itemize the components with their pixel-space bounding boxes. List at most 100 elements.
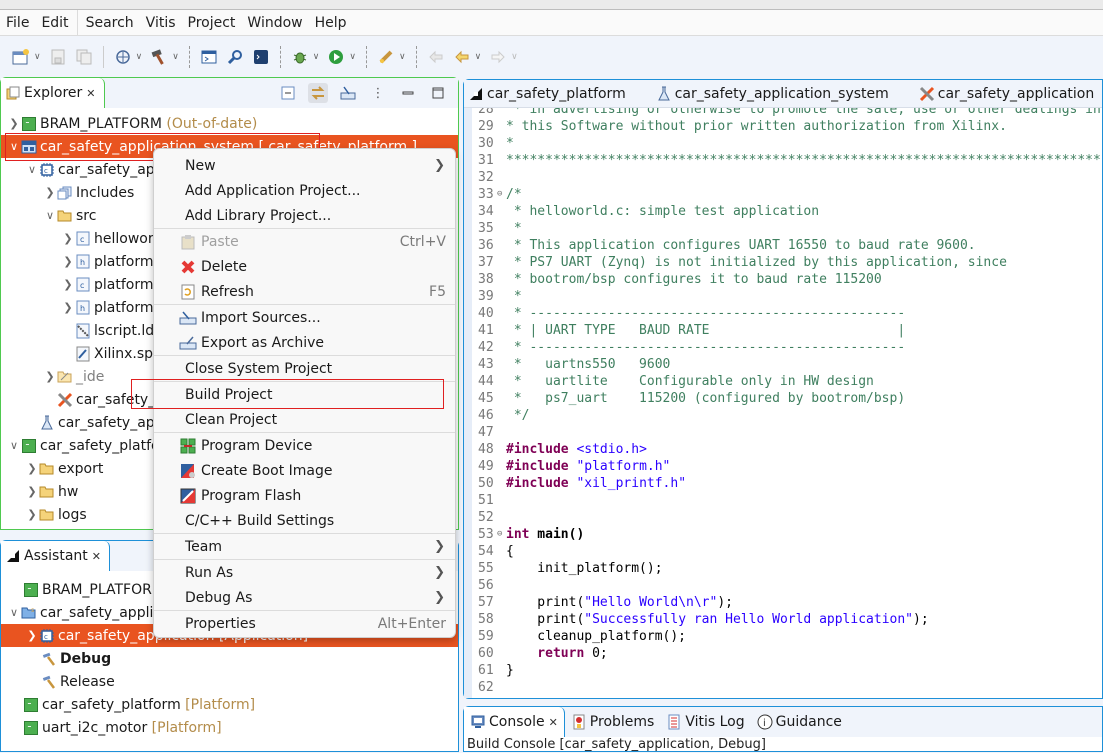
tab-problems[interactable]: Problems bbox=[565, 707, 661, 737]
context-menu-item-add-library-project[interactable]: Add Library Project... bbox=[154, 203, 455, 228]
context-menu-item-label: Program Flash bbox=[201, 487, 302, 504]
keyword: #include bbox=[506, 476, 569, 491]
menu-project[interactable]: Project bbox=[182, 15, 242, 31]
chevron-right-icon[interactable]: ❯ bbox=[25, 629, 39, 642]
tab-explorer[interactable]: Explorer ✕ bbox=[1, 78, 105, 108]
chevron-down-icon[interactable]: ∨ bbox=[313, 52, 320, 62]
tab-vitis-log[interactable]: Vitis Log bbox=[660, 707, 750, 737]
console-window-icon[interactable] bbox=[251, 47, 271, 67]
chevron-right-icon[interactable]: ❯ bbox=[25, 508, 39, 521]
context-menu-item-clean-project[interactable]: Clean Project bbox=[154, 407, 455, 432]
chevron-down-icon[interactable]: ∨ bbox=[7, 439, 21, 452]
chevron-down-icon[interactable]: ∨ bbox=[399, 52, 406, 62]
chevron-down-icon[interactable]: ∨ bbox=[349, 52, 356, 62]
tree-item[interactable]: Release bbox=[1, 670, 458, 693]
link-icon[interactable] bbox=[225, 47, 245, 67]
line-number: 47 bbox=[478, 425, 494, 440]
context-menu-item-team[interactable]: Team ❯ bbox=[154, 534, 455, 559]
chevron-right-icon[interactable]: ❯ bbox=[61, 301, 75, 314]
tree-item[interactable]: Debug bbox=[1, 647, 458, 670]
context-menu-item-export-as-archive[interactable]: Export as Archive bbox=[154, 330, 455, 355]
chevron-down-icon[interactable]: ∨ bbox=[136, 52, 143, 62]
fold-toggle-icon[interactable]: ⊖ bbox=[497, 186, 502, 203]
import-icon[interactable] bbox=[338, 83, 358, 103]
back-arrow-icon[interactable] bbox=[452, 47, 472, 67]
chevron-down-icon[interactable]: ∨ bbox=[43, 209, 57, 222]
code-line: 48 #include <stdio.h> bbox=[464, 441, 1102, 458]
editor-tab[interactable]: car_safety_application bbox=[899, 80, 1103, 108]
fold-toggle-icon[interactable]: ⊖ bbox=[497, 526, 502, 543]
context-menu-item-create-boot-image[interactable]: Create Boot Image bbox=[154, 458, 455, 483]
context-menu-item-new[interactable]: New ❯ bbox=[154, 153, 455, 178]
menu-help[interactable]: Help bbox=[309, 15, 353, 31]
debug-bug-icon[interactable] bbox=[290, 47, 310, 67]
context-menu-item-c-c-build-settings[interactable]: C/C++ Build Settings bbox=[154, 508, 455, 533]
menu-file[interactable]: File bbox=[0, 15, 35, 31]
window-title-strip bbox=[0, 0, 1103, 10]
editor-tab[interactable]: car_safety_platform bbox=[464, 80, 636, 108]
context-menu-item-debug-as[interactable]: Debug As ❯ bbox=[154, 585, 455, 610]
collapse-all-icon[interactable] bbox=[278, 83, 298, 103]
chevron-down-icon[interactable]: ∨ bbox=[34, 52, 41, 62]
context-menu-item-run-as[interactable]: Run As ❯ bbox=[154, 560, 455, 585]
tree-item[interactable]: ╴ car_safety_platform [Platform] bbox=[1, 693, 458, 716]
chevron-down-icon[interactable]: ∨ bbox=[7, 140, 21, 153]
close-icon[interactable]: ✕ bbox=[86, 87, 95, 100]
context-menu-item-refresh[interactable]: Refresh F5 bbox=[154, 279, 455, 304]
close-icon[interactable]: ✕ bbox=[549, 716, 558, 729]
view-menu-icon[interactable]: ⋮ bbox=[368, 83, 388, 103]
menu-search[interactable]: Search bbox=[80, 15, 140, 31]
chevron-right-icon[interactable]: ❯ bbox=[25, 462, 39, 475]
editor-tab[interactable]: car_safety_application_system bbox=[636, 80, 899, 108]
toolbar-separator bbox=[188, 46, 190, 68]
maximize-icon[interactable] bbox=[428, 83, 448, 103]
svg-text:c: c bbox=[44, 167, 48, 175]
chevron-right-icon[interactable]: ❯ bbox=[43, 370, 57, 383]
chevron-right-icon[interactable]: ❯ bbox=[25, 485, 39, 498]
menu-window[interactable]: Window bbox=[241, 15, 308, 31]
line-number: 44 bbox=[478, 374, 494, 389]
tree-item[interactable]: ╴ uart_i2c_motor [Platform] bbox=[1, 716, 458, 739]
new-file-icon[interactable] bbox=[11, 47, 31, 67]
code-text: cleanup_platform(); bbox=[506, 629, 687, 644]
target-icon[interactable] bbox=[113, 47, 133, 67]
context-menu-item-delete[interactable]: Delete bbox=[154, 254, 455, 279]
tree-item[interactable]: ❯ ╴ BRAM_PLATFORM (Out-of-date) bbox=[1, 112, 458, 135]
hammer-build-icon[interactable] bbox=[149, 47, 169, 67]
tab-label: Console bbox=[489, 714, 545, 730]
tab-assistant[interactable]: Assistant ✕ bbox=[1, 541, 110, 571]
tab-guidance[interactable]: i Guidance bbox=[751, 707, 848, 737]
context-menu-item-properties[interactable]: Properties Alt+Enter bbox=[154, 611, 455, 636]
context-menu: New ❯ Add Application Project... Add Librar… bbox=[153, 148, 456, 638]
chevron-down-icon[interactable]: ∨ bbox=[7, 606, 21, 619]
menu-edit[interactable]: Edit bbox=[35, 15, 74, 31]
terminal-icon[interactable] bbox=[199, 47, 219, 67]
context-menu-item-program-device[interactable]: Program Device bbox=[154, 433, 455, 458]
close-icon[interactable]: ✕ bbox=[92, 550, 101, 563]
code-text: return 0; bbox=[506, 645, 607, 662]
log-icon bbox=[666, 714, 682, 730]
menu-vitis[interactable]: Vitis bbox=[140, 15, 182, 31]
context-menu-item-close-system-project[interactable]: Close System Project bbox=[154, 356, 455, 381]
tree-item-label: uart_i2c_motor bbox=[42, 719, 148, 736]
chevron-right-icon[interactable]: ❯ bbox=[61, 232, 75, 245]
tree-item-label: Release bbox=[60, 673, 115, 690]
chevron-right-icon[interactable]: ❯ bbox=[61, 255, 75, 268]
minimize-icon[interactable] bbox=[398, 83, 418, 103]
tab-console[interactable]: Console ✕ bbox=[464, 707, 565, 737]
chevron-down-icon[interactable]: ∨ bbox=[172, 52, 179, 62]
chevron-down-icon[interactable]: ∨ bbox=[25, 163, 39, 176]
chevron-right-icon[interactable]: ❯ bbox=[43, 186, 57, 199]
chevron-right-icon[interactable]: ❯ bbox=[61, 278, 75, 291]
chevron-down-icon[interactable]: ∨ bbox=[475, 52, 482, 62]
chevron-right-icon[interactable]: ❯ bbox=[7, 117, 21, 130]
context-menu-item-program-flash[interactable]: Program Flash bbox=[154, 483, 455, 508]
context-menu-item-import-sources[interactable]: Import Sources... bbox=[154, 305, 455, 330]
code-editor[interactable]: 28 * in advertising or otherwise to prom… bbox=[464, 108, 1102, 698]
program-device-icon bbox=[179, 437, 197, 455]
run-play-icon[interactable] bbox=[326, 47, 346, 67]
context-menu-item-add-application-project[interactable]: Add Application Project... bbox=[154, 178, 455, 203]
context-menu-item-build-project[interactable]: Build Project bbox=[154, 382, 455, 407]
external-tool-icon[interactable] bbox=[376, 47, 396, 67]
link-with-editor-icon[interactable] bbox=[308, 83, 328, 103]
